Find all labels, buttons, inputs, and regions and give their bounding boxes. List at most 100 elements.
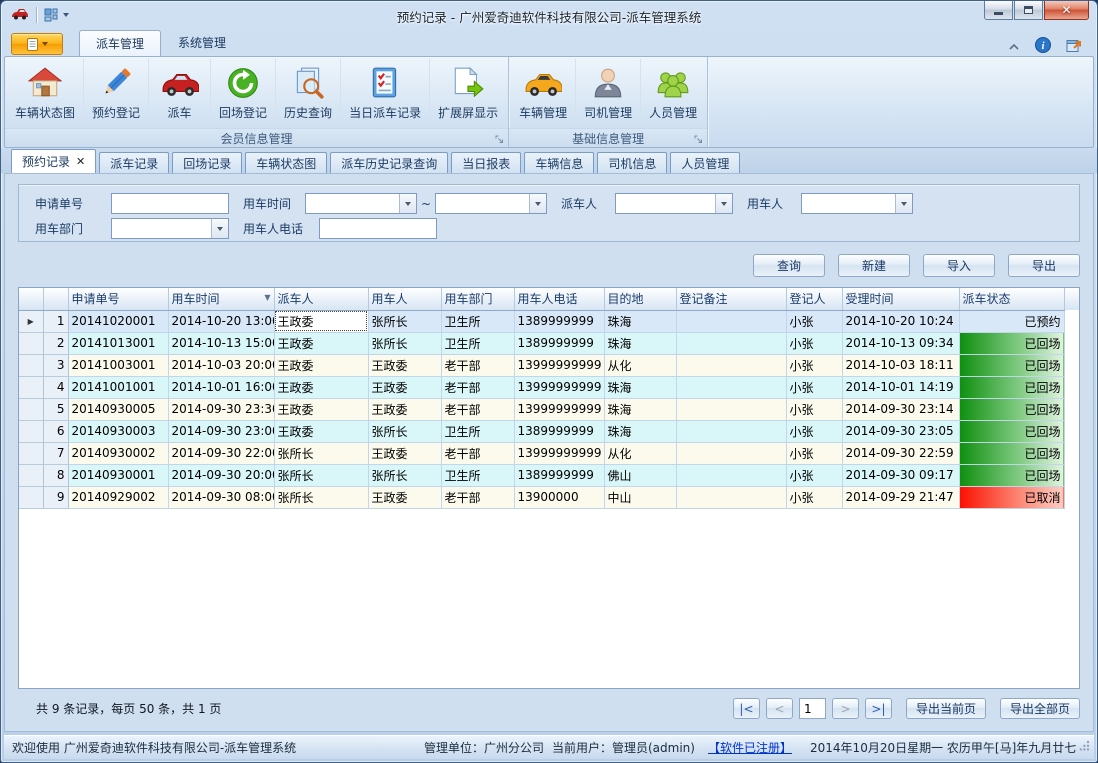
cell-dest[interactable]: 中山 [604, 486, 676, 508]
cell-num[interactable]: 2 [43, 332, 68, 354]
cell-status[interactable]: 已取消 [959, 486, 1064, 508]
sort-desc-icon[interactable]: ▼ [264, 293, 270, 302]
cell-phone[interactable]: 13999999999 [514, 398, 604, 420]
column-header-status[interactable]: 派车状态 [959, 288, 1064, 310]
tab-dispatch-history-query[interactable]: 派车历史记录查询 [330, 152, 448, 173]
maximize-button[interactable] [1014, 1, 1043, 20]
cell-status[interactable]: 已回场 [959, 398, 1064, 420]
ribbon-button-driver-manage[interactable]: 司机管理 [576, 59, 641, 128]
cell-remark[interactable] [676, 376, 786, 398]
column-header-indicator[interactable] [19, 288, 43, 310]
cell-registrar[interactable]: 小张 [786, 464, 842, 486]
cell-phone[interactable]: 13999999999 [514, 376, 604, 398]
cell-remark[interactable] [676, 464, 786, 486]
cell-phone[interactable]: 13999999999 [514, 354, 604, 376]
table-row[interactable]: 8201409300012014-09-30 20:00张所长张所长卫生所138… [19, 464, 1064, 486]
cell-accept_time[interactable]: 2014-09-30 09:17 [842, 464, 959, 486]
cell-order_no[interactable]: 20140930001 [68, 464, 168, 486]
cell-dispatcher[interactable]: 张所长 [274, 464, 368, 486]
ribbon-button-daily-dispatch-records[interactable]: 当日派车记录 [341, 59, 430, 128]
table-row[interactable]: 2201410130012014-10-13 15:00王政委张所长卫生所138… [19, 332, 1064, 354]
collapse-ribbon-icon[interactable] [1008, 40, 1020, 54]
cell-num[interactable]: 4 [43, 376, 68, 398]
cell-phone[interactable]: 1389999999 [514, 332, 604, 354]
ribbon-button-vehicle-manage[interactable]: 车辆管理 [511, 59, 576, 128]
cell-dispatcher[interactable]: 王政委 [274, 354, 368, 376]
column-header-order_no[interactable]: 申请单号 [68, 288, 168, 310]
cell-status[interactable]: 已回场 [959, 464, 1064, 486]
table-row[interactable]: 5201409300052014-09-30 23:30王政委王政委老干部139… [19, 398, 1064, 420]
dialog-launcher-icon[interactable] [495, 133, 504, 147]
cell-registrar[interactable]: 小张 [786, 486, 842, 508]
tab-return-records[interactable]: 回场记录 [172, 152, 242, 173]
cell-phone[interactable]: 13999999999 [514, 442, 604, 464]
cell-dept[interactable]: 卫生所 [441, 464, 514, 486]
table-row[interactable]: 9201409290022014-09-30 08:00张所长王政委老干部139… [19, 486, 1064, 508]
cell-dispatcher[interactable]: 王政委 [274, 376, 368, 398]
about-icon[interactable] [1066, 37, 1083, 56]
cell-order_no[interactable]: 20140930003 [68, 420, 168, 442]
cell-dest[interactable]: 佛山 [604, 464, 676, 486]
cell-remark[interactable] [676, 398, 786, 420]
cell-dept[interactable]: 老干部 [441, 376, 514, 398]
ribbon-button-extend-screen[interactable]: 扩展屏显示 [430, 59, 506, 128]
license-registered-link[interactable]: 【软件已注册】 [708, 739, 792, 756]
last-page-button[interactable]: >| [865, 698, 892, 719]
cell-indicator[interactable] [19, 398, 43, 420]
first-page-button[interactable]: |< [733, 698, 760, 719]
import-button[interactable]: 导入 [923, 254, 995, 277]
cell-use_time[interactable]: 2014-09-30 23:00 [168, 420, 274, 442]
cell-accept_time[interactable]: 2014-09-30 23:14 [842, 398, 959, 420]
cell-registrar[interactable]: 小张 [786, 354, 842, 376]
cell-phone[interactable]: 1389999999 [514, 420, 604, 442]
cell-dest[interactable]: 珠海 [604, 420, 676, 442]
cell-status[interactable]: 已回场 [959, 332, 1064, 354]
resize-grip[interactable] [1079, 740, 1090, 754]
cell-num[interactable]: 6 [43, 420, 68, 442]
cell-indicator[interactable] [19, 464, 43, 486]
cell-registrar[interactable]: 小张 [786, 420, 842, 442]
use-time-to-select[interactable] [435, 193, 547, 214]
ribbon-button-reservation-register[interactable]: 预约登记 [84, 59, 149, 128]
create-button[interactable]: 新建 [838, 254, 910, 277]
column-header-dept[interactable]: 用车部门 [441, 288, 514, 310]
cell-use_time[interactable]: 2014-10-20 13:00 [168, 310, 274, 332]
cell-num[interactable]: 1 [43, 310, 68, 332]
cell-dest[interactable]: 从化 [604, 354, 676, 376]
cell-use_time[interactable]: 2014-09-30 20:00 [168, 464, 274, 486]
ribbon-button-history-query[interactable]: 历史查询 [276, 59, 341, 128]
info-icon[interactable]: i [1035, 37, 1051, 56]
phone-input[interactable] [319, 218, 437, 239]
cell-accept_time[interactable]: 2014-10-20 10:24 [842, 310, 959, 332]
column-header-accept_time[interactable]: 受理时间 [842, 288, 959, 310]
cell-dept[interactable]: 卫生所 [441, 310, 514, 332]
application-menu-button[interactable] [11, 33, 63, 55]
cell-dept[interactable]: 卫生所 [441, 420, 514, 442]
ribbon-tab-dispatch-manage[interactable]: 派车管理 [79, 30, 161, 56]
tab-dispatch-records[interactable]: 派车记录 [99, 152, 169, 173]
cell-user[interactable]: 王政委 [368, 376, 441, 398]
cell-phone[interactable]: 13900000 [514, 486, 604, 508]
cell-indicator[interactable]: ▶ [19, 310, 43, 332]
column-header-use_time[interactable]: 用车时间▼ [168, 288, 274, 310]
close-button[interactable]: ✕ [1044, 1, 1089, 20]
table-row[interactable]: 6201409300032014-09-30 23:00王政委张所长卫生所138… [19, 420, 1064, 442]
cell-status[interactable]: 已回场 [959, 354, 1064, 376]
cell-accept_time[interactable]: 2014-10-01 14:19 [842, 376, 959, 398]
cell-status[interactable]: 已预约 [959, 310, 1064, 332]
cell-indicator[interactable] [19, 420, 43, 442]
cell-num[interactable]: 9 [43, 486, 68, 508]
cell-use_time[interactable]: 2014-10-13 15:00 [168, 332, 274, 354]
cell-use_time[interactable]: 2014-09-30 08:00 [168, 486, 274, 508]
cell-accept_time[interactable]: 2014-10-13 09:34 [842, 332, 959, 354]
cell-dispatcher[interactable]: 张所长 [274, 442, 368, 464]
cell-dept[interactable]: 卫生所 [441, 332, 514, 354]
cell-accept_time[interactable]: 2014-09-30 22:59 [842, 442, 959, 464]
table-row[interactable]: 3201410030012014-10-03 20:00王政委王政委老干部139… [19, 354, 1064, 376]
cell-user[interactable]: 张所长 [368, 464, 441, 486]
query-button[interactable]: 查询 [753, 254, 825, 277]
cell-dept[interactable]: 老干部 [441, 354, 514, 376]
tab-vehicle-status-map[interactable]: 车辆状态图 [245, 152, 327, 173]
table-row[interactable]: ▶1201410200012014-10-20 13:00王政委张所长卫生所13… [19, 310, 1064, 332]
ribbon-tab-system-manage[interactable]: 系统管理 [161, 30, 243, 56]
